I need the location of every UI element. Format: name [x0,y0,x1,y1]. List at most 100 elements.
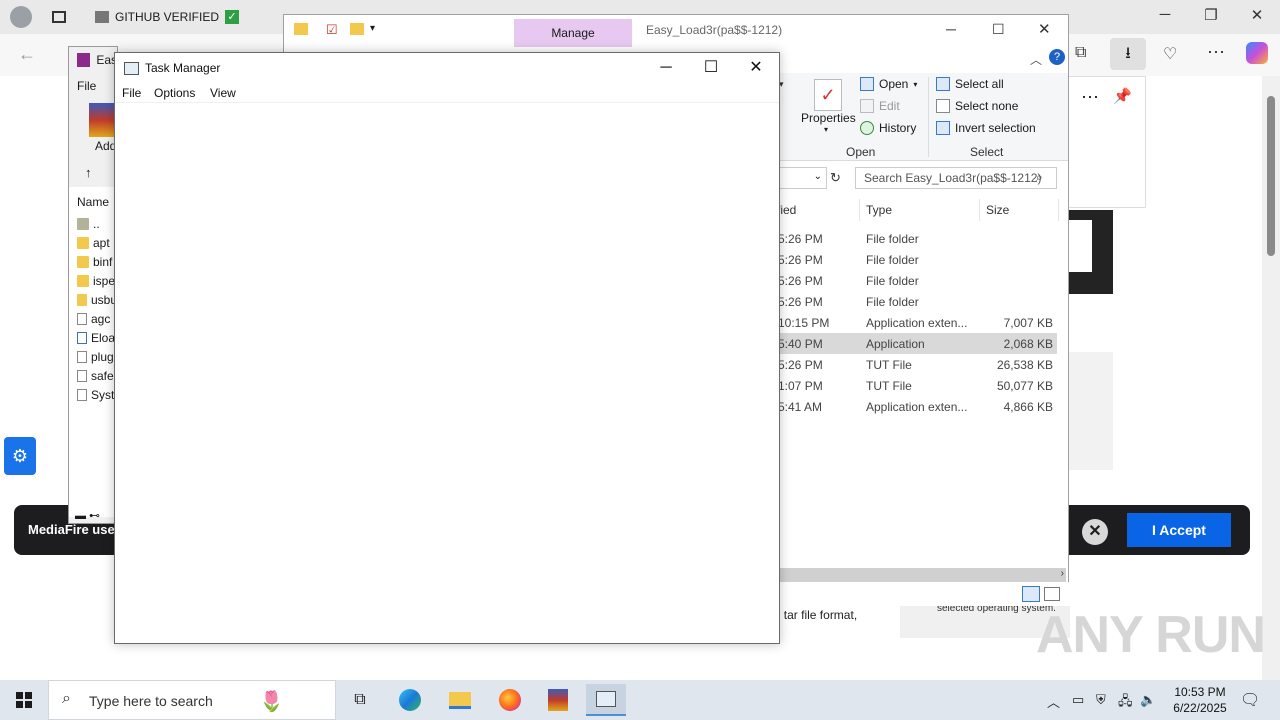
column-header-size[interactable]: Size [986,203,1009,217]
close-button[interactable]: ✕ [733,57,779,79]
table-row[interactable]: 5:41 AM Application exten... 4,866 KB [775,396,1057,417]
accept-button[interactable]: I Accept [1127,513,1231,547]
browser-maximize-button[interactable]: ❐ [1188,6,1234,24]
new-folder-icon[interactable] [350,23,364,35]
history-button[interactable]: History [860,121,916,135]
more-menu-icon[interactable]: ⋯ [1207,42,1225,63]
explorer-minimize-button[interactable]: ─ [946,21,956,37]
table-row[interactable]: 5:26 PM File folder [775,291,1057,312]
table-row-selected[interactable]: 5:40 PM Application 2,068 KB [775,333,1057,354]
details-view-icon[interactable] [1022,586,1040,602]
address-dropdown-icon[interactable]: ⌄ [814,171,822,182]
table-row[interactable]: 5:26 PM File folder [775,228,1057,249]
open-button[interactable]: Open ▾ [860,77,917,91]
task-view-icon[interactable]: ⧉ [340,684,380,716]
list-item[interactable]: binf [77,252,117,271]
maximize-button[interactable]: ☐ [688,57,734,79]
horizontal-scrollbar[interactable]: › [780,568,1066,582]
column-divider[interactable] [859,199,860,221]
invert-selection-button[interactable]: Invert selection [936,121,1036,135]
properties-dropdown-icon[interactable]: ▾ [824,125,828,134]
winrar-icon[interactable] [538,684,578,716]
quick-access-dropdown-icon[interactable]: ▾ [370,23,375,34]
scroll-right-icon[interactable]: › [1061,568,1064,579]
select-none-button[interactable]: Select none [936,99,1018,113]
table-row[interactable]: 5:26 PM File folder [775,270,1057,291]
scrollbar-thumb[interactable] [1267,96,1275,256]
collections-icon[interactable]: ⧉ [1075,44,1086,62]
browser-minimize-button[interactable]: ─ [1142,6,1188,23]
app-icon [77,331,87,344]
large-icons-view-icon[interactable] [1044,587,1060,601]
open-label: Open [879,77,909,91]
file-explorer-icon[interactable] [440,684,480,716]
list-item[interactable]: agc [77,309,117,328]
properties-icon[interactable]: ✓ [814,79,842,111]
cell-modified: 5:26 PM [778,274,823,288]
task-manager-titlebar[interactable]: Task Manager ─ ☐ ✕ [115,53,779,83]
list-item[interactable]: apt [77,233,117,252]
task-manager-taskbar-icon[interactable] [586,684,626,716]
tab-manage[interactable]: Manage [514,19,632,47]
list-item[interactable]: usbu [77,290,117,309]
table-row[interactable]: 5:26 PM TUT File 26,538 KB [775,354,1057,375]
column-header-type[interactable]: Type [866,203,892,217]
copilot-icon[interactable] [1246,42,1268,64]
menu-options[interactable]: Options [154,86,195,100]
list-item[interactable]: ispe [77,271,117,290]
network-icon[interactable]: 🖧 [1118,692,1133,714]
explorer-maximize-button[interactable]: ☐ [992,21,1005,38]
browser-essentials-icon[interactable]: ♡ [1163,44,1177,64]
address-bar[interactable]: ⌄ [777,167,827,189]
list-item[interactable]: Syst [77,385,117,404]
pin-icon[interactable]: 📌 [1113,87,1132,105]
download-card-button[interactable] [1068,220,1092,272]
more-options-icon[interactable]: ⋯ [1081,87,1099,108]
menu-view[interactable]: View [210,86,236,100]
page-scrollbar[interactable] [1262,76,1280,680]
up-arrow-icon[interactable]: ↑ [85,165,92,180]
help-icon[interactable]: ? [1049,49,1065,65]
menu-file[interactable]: File [122,86,141,100]
taskbar-search-input[interactable]: ⌕ Type here to search 🌷 [48,680,336,720]
volume-icon[interactable]: 🔈 [1140,692,1156,708]
list-item[interactable]: .. [77,214,117,233]
properties-button[interactable]: Properties [801,111,856,125]
clock[interactable]: 10:53 PM 6/22/2025 [1160,684,1240,716]
notifications-icon[interactable]: 🗨 [1240,690,1260,710]
settings-gear-icon[interactable]: ⚙ [4,437,36,475]
tab-github-verified[interactable]: GITHUB VERIFIED ✓ [95,4,240,30]
list-item[interactable]: plug [77,347,117,366]
explorer-close-button[interactable]: ✕ [1038,20,1051,38]
start-button[interactable] [0,680,48,720]
browser-close-button[interactable]: ✕ [1234,6,1280,24]
winrar-add-icon[interactable] [89,103,115,137]
tray-security-icon[interactable]: ⛨ [1096,692,1106,708]
tray-overflow-icon[interactable]: ︿ [1047,692,1060,711]
column-divider[interactable] [1058,199,1059,221]
table-row[interactable]: 10:15 PM Application exten... 7,007 KB [775,312,1057,333]
list-item[interactable]: safe [77,366,117,385]
list-item[interactable]: Eloa [77,328,117,347]
search-input[interactable]: Search Easy_Load3r(pa$$-1212) [855,167,1057,189]
downloads-icon[interactable]: ⭳ [1110,38,1146,70]
table-row[interactable]: 1:07 PM TUT File 50,077 KB [775,375,1057,396]
column-divider[interactable] [979,199,980,221]
minimize-button[interactable]: ─ [643,57,689,79]
select-all-button[interactable]: Select all [936,77,1004,91]
winrar-col-name[interactable]: Name [77,195,109,209]
collapse-ribbon-icon[interactable]: ︿ [1030,51,1042,68]
profile-avatar[interactable] [10,4,32,30]
tab-actions-icon[interactable] [52,4,66,30]
tray-device-icon[interactable]: ▭ [1072,692,1084,708]
edit-button[interactable]: Edit [860,99,900,113]
history-icon [860,121,874,135]
back-icon[interactable]: ← [18,44,36,65]
firefox-icon[interactable] [490,684,530,716]
table-row[interactable]: 5:26 PM File folder [775,249,1057,270]
refresh-icon[interactable]: ↻ [830,170,841,186]
properties-quick-icon[interactable]: ☑ [326,22,338,38]
winrar-menu-file[interactable]: File [77,79,96,93]
close-banner-icon[interactable]: ✕ [1082,519,1108,545]
edge-icon[interactable] [390,684,430,716]
